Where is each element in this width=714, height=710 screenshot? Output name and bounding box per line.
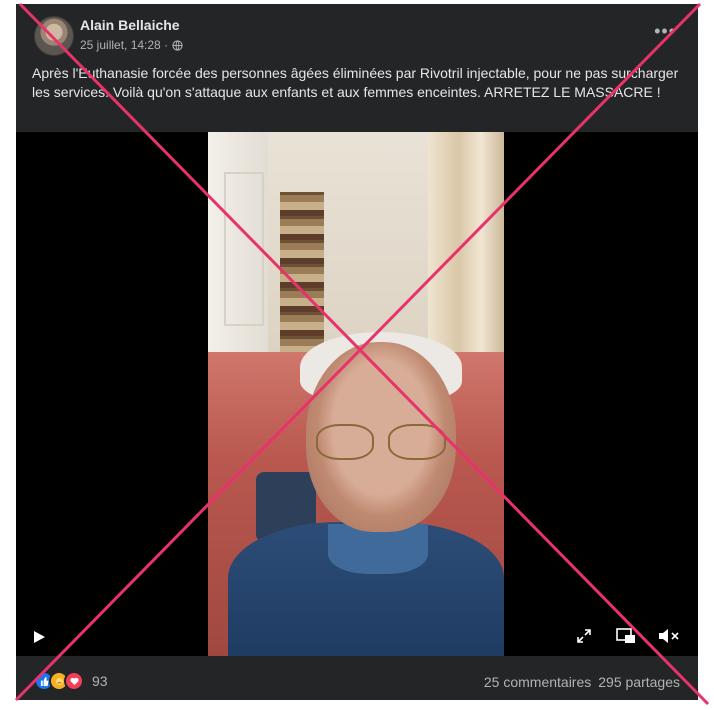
post-footer: 93 25 commentaires 295 partages: [16, 656, 698, 700]
video-frame: [208, 132, 504, 656]
video-controls: [16, 612, 698, 656]
play-icon[interactable]: [32, 630, 46, 644]
reactions-summary[interactable]: 93: [34, 671, 108, 691]
facebook-post-card: Alain Bellaiche 25 juillet, 14:28 · ••• …: [16, 4, 698, 700]
mute-icon[interactable]: [658, 628, 680, 644]
more-options-icon[interactable]: •••: [654, 22, 676, 40]
comments-count[interactable]: 25 commentaires: [484, 674, 591, 690]
globe-icon: [172, 39, 183, 51]
picture-in-picture-icon[interactable]: [616, 628, 636, 644]
engagement-stats: 25 commentaires 295 partages: [484, 674, 680, 690]
author-name[interactable]: Alain Bellaiche: [80, 17, 180, 33]
post-timestamp[interactable]: 25 juillet, 14:28 ·: [80, 38, 168, 52]
author-avatar[interactable]: [34, 16, 74, 56]
shares-count[interactable]: 295 partages: [598, 674, 680, 690]
love-icon: [64, 671, 84, 691]
video-player[interactable]: [16, 132, 698, 656]
post-header: Alain Bellaiche 25 juillet, 14:28 · •••: [16, 4, 698, 60]
post-text: Après l'Euthanasie forcée des personnes …: [32, 65, 679, 100]
reaction-count: 93: [92, 673, 108, 689]
post-meta: 25 juillet, 14:28 ·: [80, 38, 183, 52]
fullscreen-icon[interactable]: [576, 628, 592, 644]
